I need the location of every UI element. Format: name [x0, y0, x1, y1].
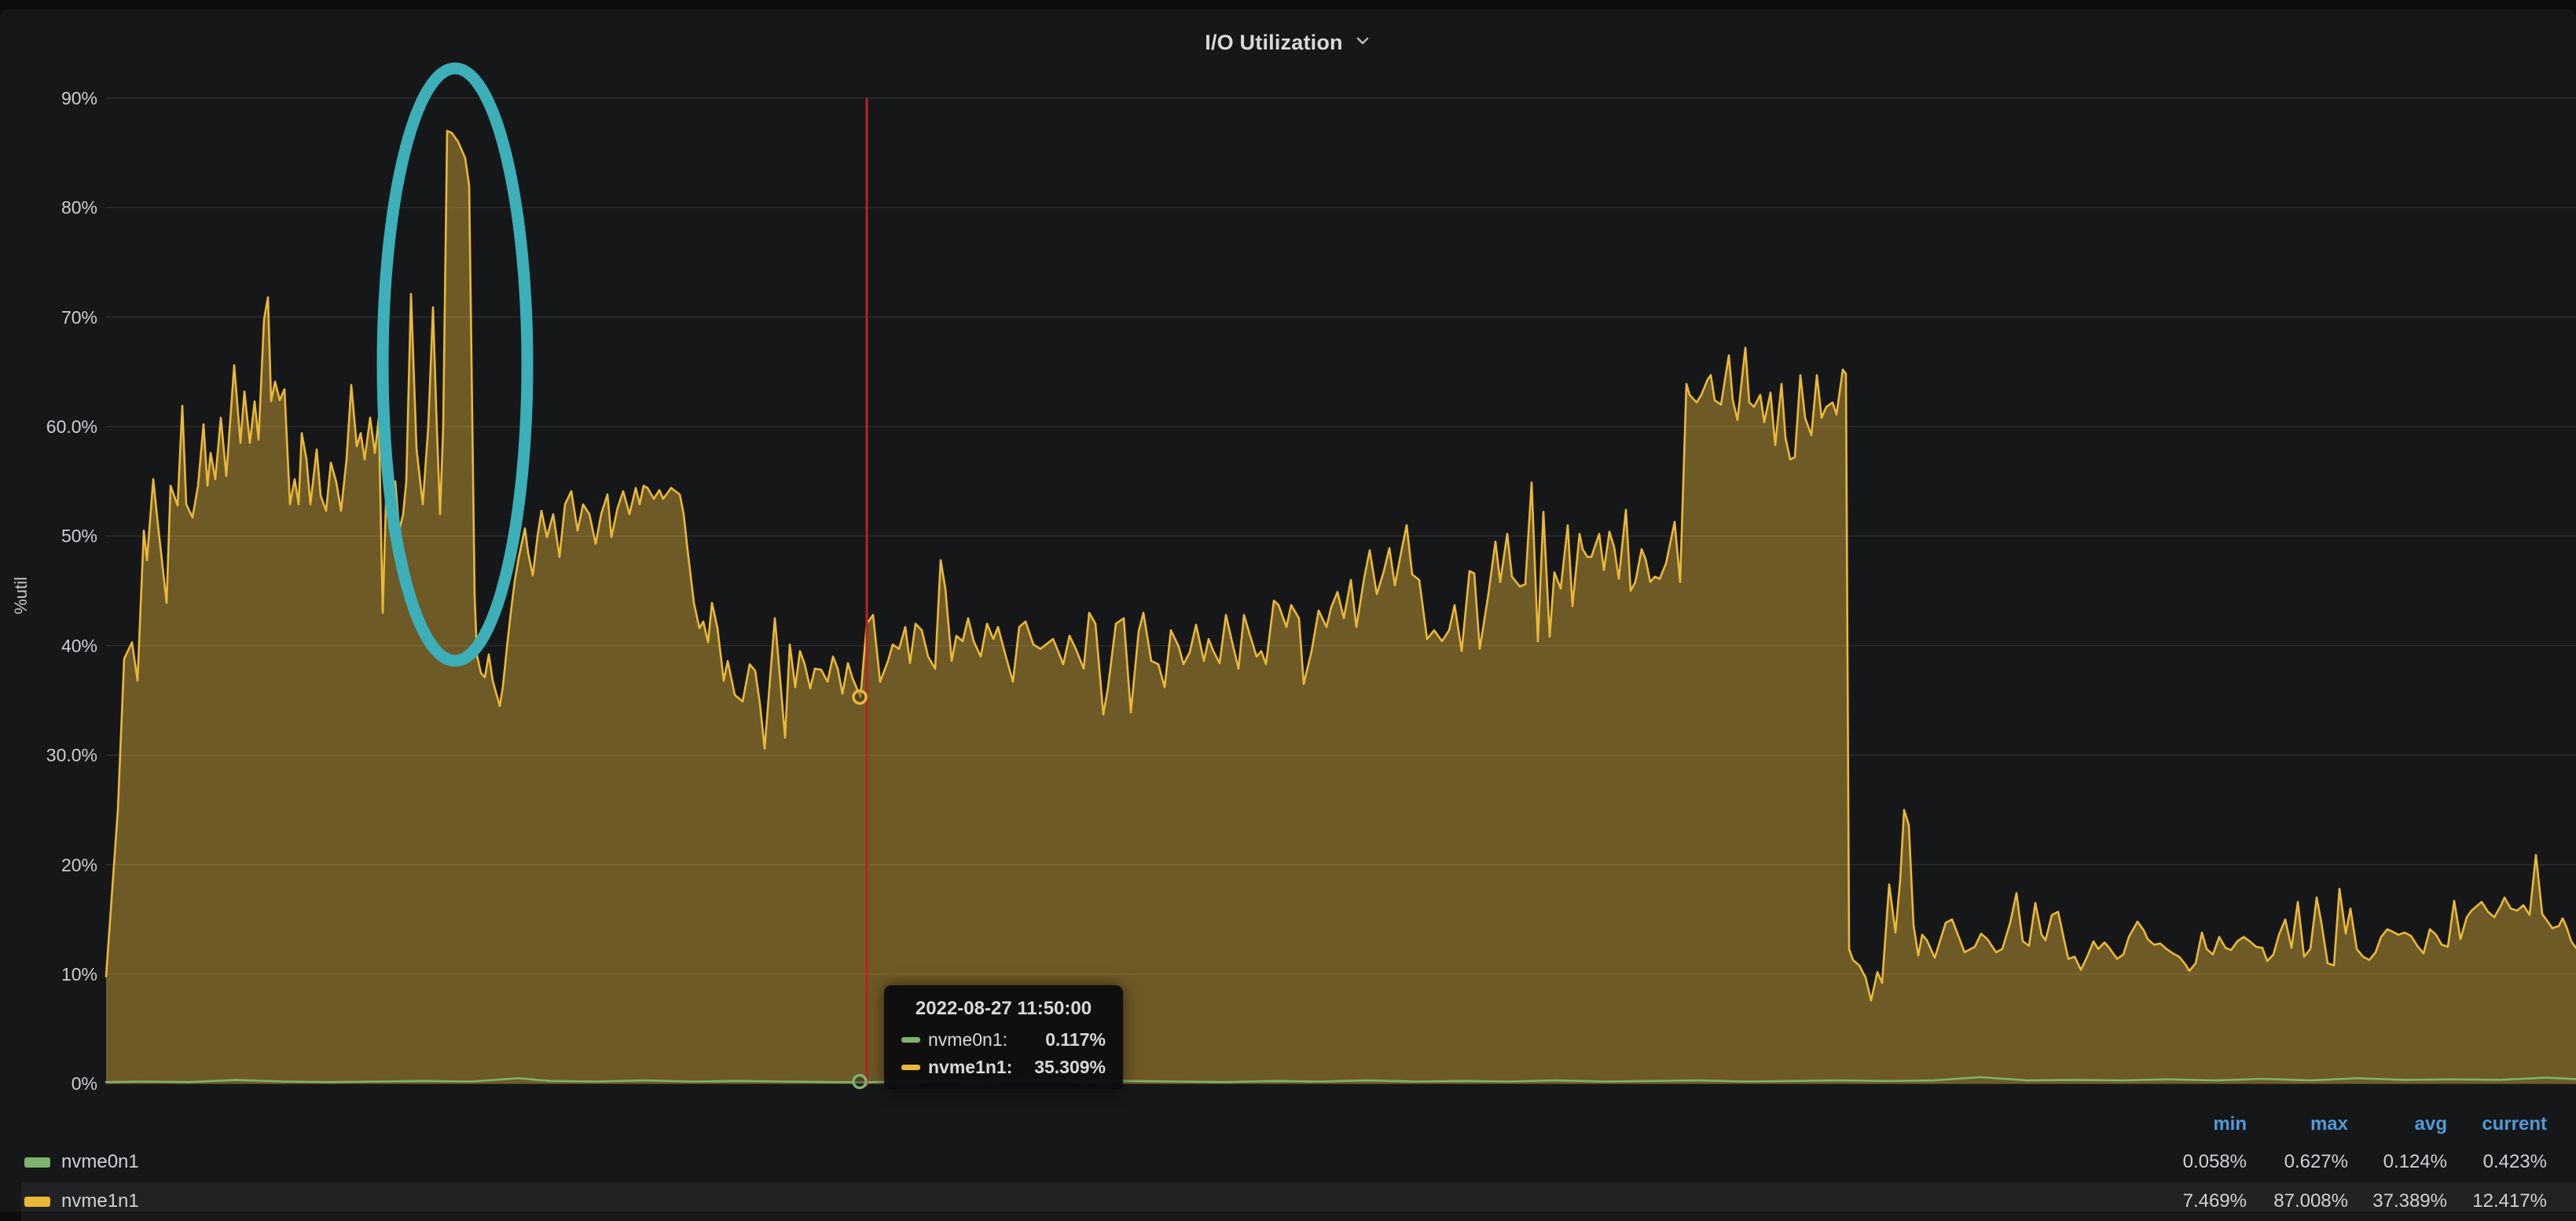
tooltip-row: nvme0n1: 0.117% — [901, 1029, 1106, 1050]
page-top-strip — [0, 0, 2576, 9]
hover-point-ring — [853, 691, 866, 703]
legend-min-value: 7.469% — [2137, 1190, 2247, 1212]
series-color-dash-icon — [901, 1065, 920, 1070]
legend-avg-value: 0.124% — [2337, 1151, 2447, 1173]
series-color-dash-icon — [901, 1037, 920, 1043]
legend-sort-max[interactable]: max — [2238, 1111, 2348, 1138]
tooltip-timestamp: 2022-08-27 11:50:00 — [901, 998, 1106, 1020]
tooltip-series-name: nvme1n1: — [928, 1057, 1012, 1078]
legend-sort-min[interactable]: min — [2137, 1111, 2247, 1138]
plot-area[interactable] — [0, 9, 2576, 1221]
legend-current-value: 12.417% — [2437, 1190, 2547, 1212]
tooltip-series-value: 35.309% — [1012, 1057, 1106, 1078]
legend-min-value: 0.058% — [2137, 1151, 2247, 1173]
legend-current-value: 0.423% — [2437, 1151, 2547, 1173]
legend-max-value: 0.627% — [2238, 1151, 2348, 1173]
series-swatch-icon[interactable] — [24, 1157, 50, 1168]
tooltip-row: nvme1n1: 35.309% — [901, 1057, 1106, 1078]
tooltip-series-value: 0.117% — [1007, 1029, 1106, 1050]
legend-row-nvme1n1[interactable]: nvme1n1 7.469% 87.008% 37.389% 12.417% — [21, 1182, 2576, 1221]
legend-row-nvme0n1[interactable]: nvme0n1 0.058% 0.627% 0.124% 0.423% — [21, 1143, 2576, 1182]
series-swatch-icon[interactable] — [24, 1197, 50, 1207]
hover-tooltip: 2022-08-27 11:50:00 nvme0n1: 0.117% nvme… — [884, 985, 1123, 1089]
legend-max-value: 87.008% — [2238, 1190, 2348, 1212]
legend-series-name[interactable]: nvme1n1 — [61, 1190, 139, 1212]
hover-point-ring — [853, 1076, 866, 1088]
tooltip-series-name: nvme0n1: — [928, 1029, 1007, 1050]
legend-sort-avg[interactable]: avg — [2337, 1111, 2447, 1138]
legend-series-name[interactable]: nvme0n1 — [61, 1151, 139, 1173]
graph-panel: I/O Utilization %util 90%80%70%60.0%50%4… — [0, 9, 2576, 1212]
legend-avg-value: 37.389% — [2337, 1190, 2447, 1212]
legend-sort-current[interactable]: current — [2437, 1111, 2547, 1138]
